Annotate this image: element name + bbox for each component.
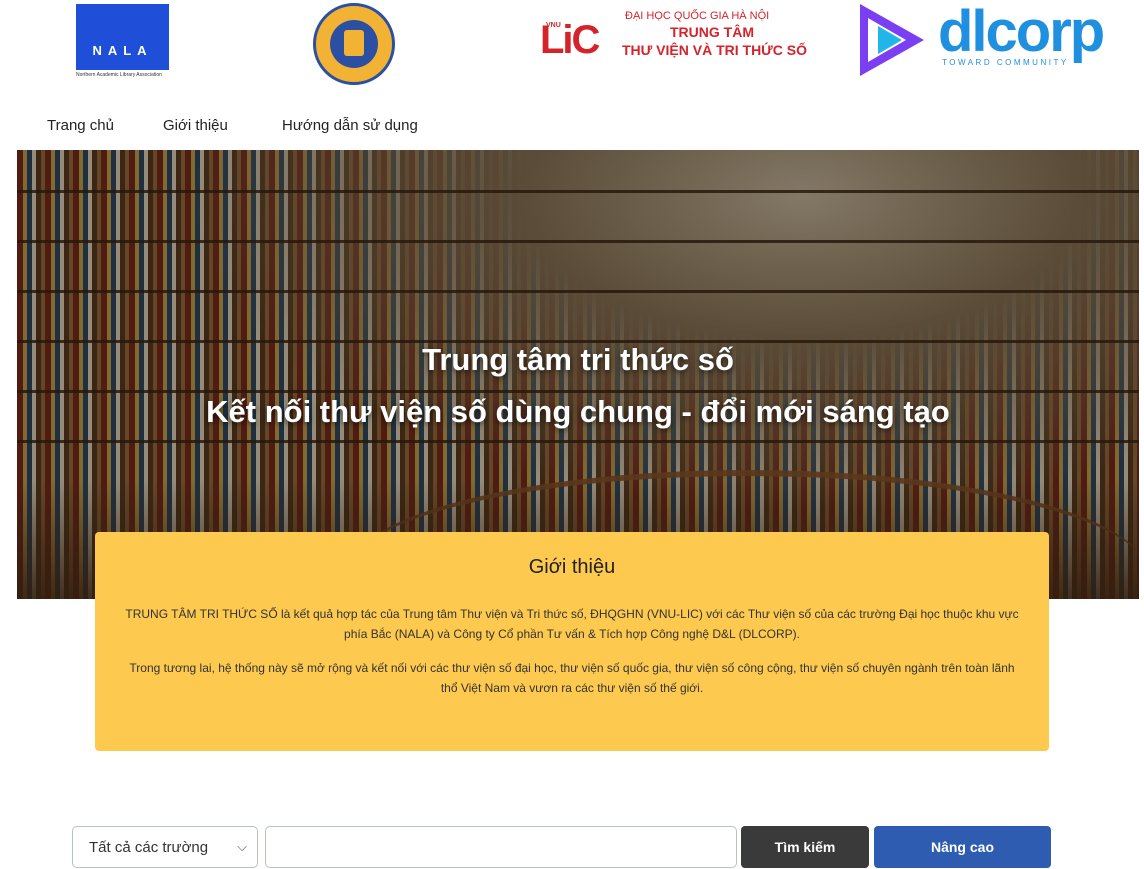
intro-paragraph-2: Trong tương lai, hệ thống này sẽ mở rộng… bbox=[129, 661, 1015, 695]
nav-item-about[interactable]: Giới thiệu bbox=[163, 117, 228, 134]
vnu-lic-logo[interactable]: VNU LiC ĐẠI HỌC QUỐC GIA HÀ NỘI TRUNG TÂ… bbox=[540, 8, 810, 72]
lic-line1: ĐẠI HỌC QUỐC GIA HÀ NỘI bbox=[625, 10, 770, 22]
intro-heading: Giới thiệu bbox=[528, 556, 616, 578]
dlcorp-logo[interactable]: dlcorp TOWARD COMMUNITY bbox=[860, 0, 1120, 78]
intro-card: Giới thiệu TRUNG TÂM TRI THỨC SỐ là kết … bbox=[95, 532, 1049, 751]
nala-logo-subtitle: Northern Academic Library Association bbox=[76, 72, 162, 78]
partner-logos: NALA Northern Academic Library Associati… bbox=[0, 0, 1144, 92]
seal-emblem-icon bbox=[344, 30, 364, 56]
dlcorp-play-icon-core bbox=[878, 26, 902, 54]
nala-logo-text: NALA bbox=[92, 43, 153, 58]
shelf-line bbox=[17, 190, 1139, 193]
scope-select[interactable]: Tất cả các trường ⌵ bbox=[72, 826, 258, 868]
dlcorp-wordmark: dlcorp bbox=[938, 0, 1105, 64]
search-input[interactable] bbox=[265, 826, 737, 868]
nala-logo[interactable]: NALA Northern Academic Library Associati… bbox=[76, 4, 169, 80]
nav-item-guide[interactable]: Hướng dẫn sử dụng bbox=[282, 117, 418, 134]
lic-mark: LiC bbox=[540, 18, 600, 62]
search-bar: Tất cả các trường ⌵ Tìm kiếm Nâng cao bbox=[0, 826, 1144, 869]
shelf-line bbox=[17, 240, 1139, 243]
intro-paragraph-1: TRUNG TÂM TRI THỨC SỐ là kết quả hợp tác… bbox=[125, 607, 1019, 641]
shelf-line bbox=[17, 440, 1139, 443]
main-nav: Trang chủ Giới thiệu Hướng dẫn sử dụng bbox=[0, 107, 1144, 143]
lic-line2: TRUNG TÂM bbox=[670, 24, 754, 40]
shelf-line bbox=[17, 390, 1139, 393]
hero-subtitle: Kết nối thư viện số dùng chung - đổi mới… bbox=[206, 394, 950, 429]
shelf-line bbox=[17, 290, 1139, 293]
nala-logo-box: NALA bbox=[76, 4, 169, 70]
scope-select-value: Tất cả các trường bbox=[89, 839, 209, 856]
search-button[interactable]: Tìm kiếm bbox=[741, 826, 869, 868]
nav-item-home[interactable]: Trang chủ bbox=[47, 117, 114, 134]
hero-title: Trung tâm tri thức số bbox=[422, 342, 734, 377]
chevron-down-icon: ⌵ bbox=[237, 839, 247, 854]
lic-line3: THƯ VIỆN VÀ TRI THỨC SỐ bbox=[622, 42, 808, 58]
university-seal-logo[interactable] bbox=[313, 3, 395, 85]
advanced-search-button[interactable]: Nâng cao bbox=[874, 826, 1051, 868]
dlcorp-tagline: TOWARD COMMUNITY bbox=[942, 58, 1069, 67]
